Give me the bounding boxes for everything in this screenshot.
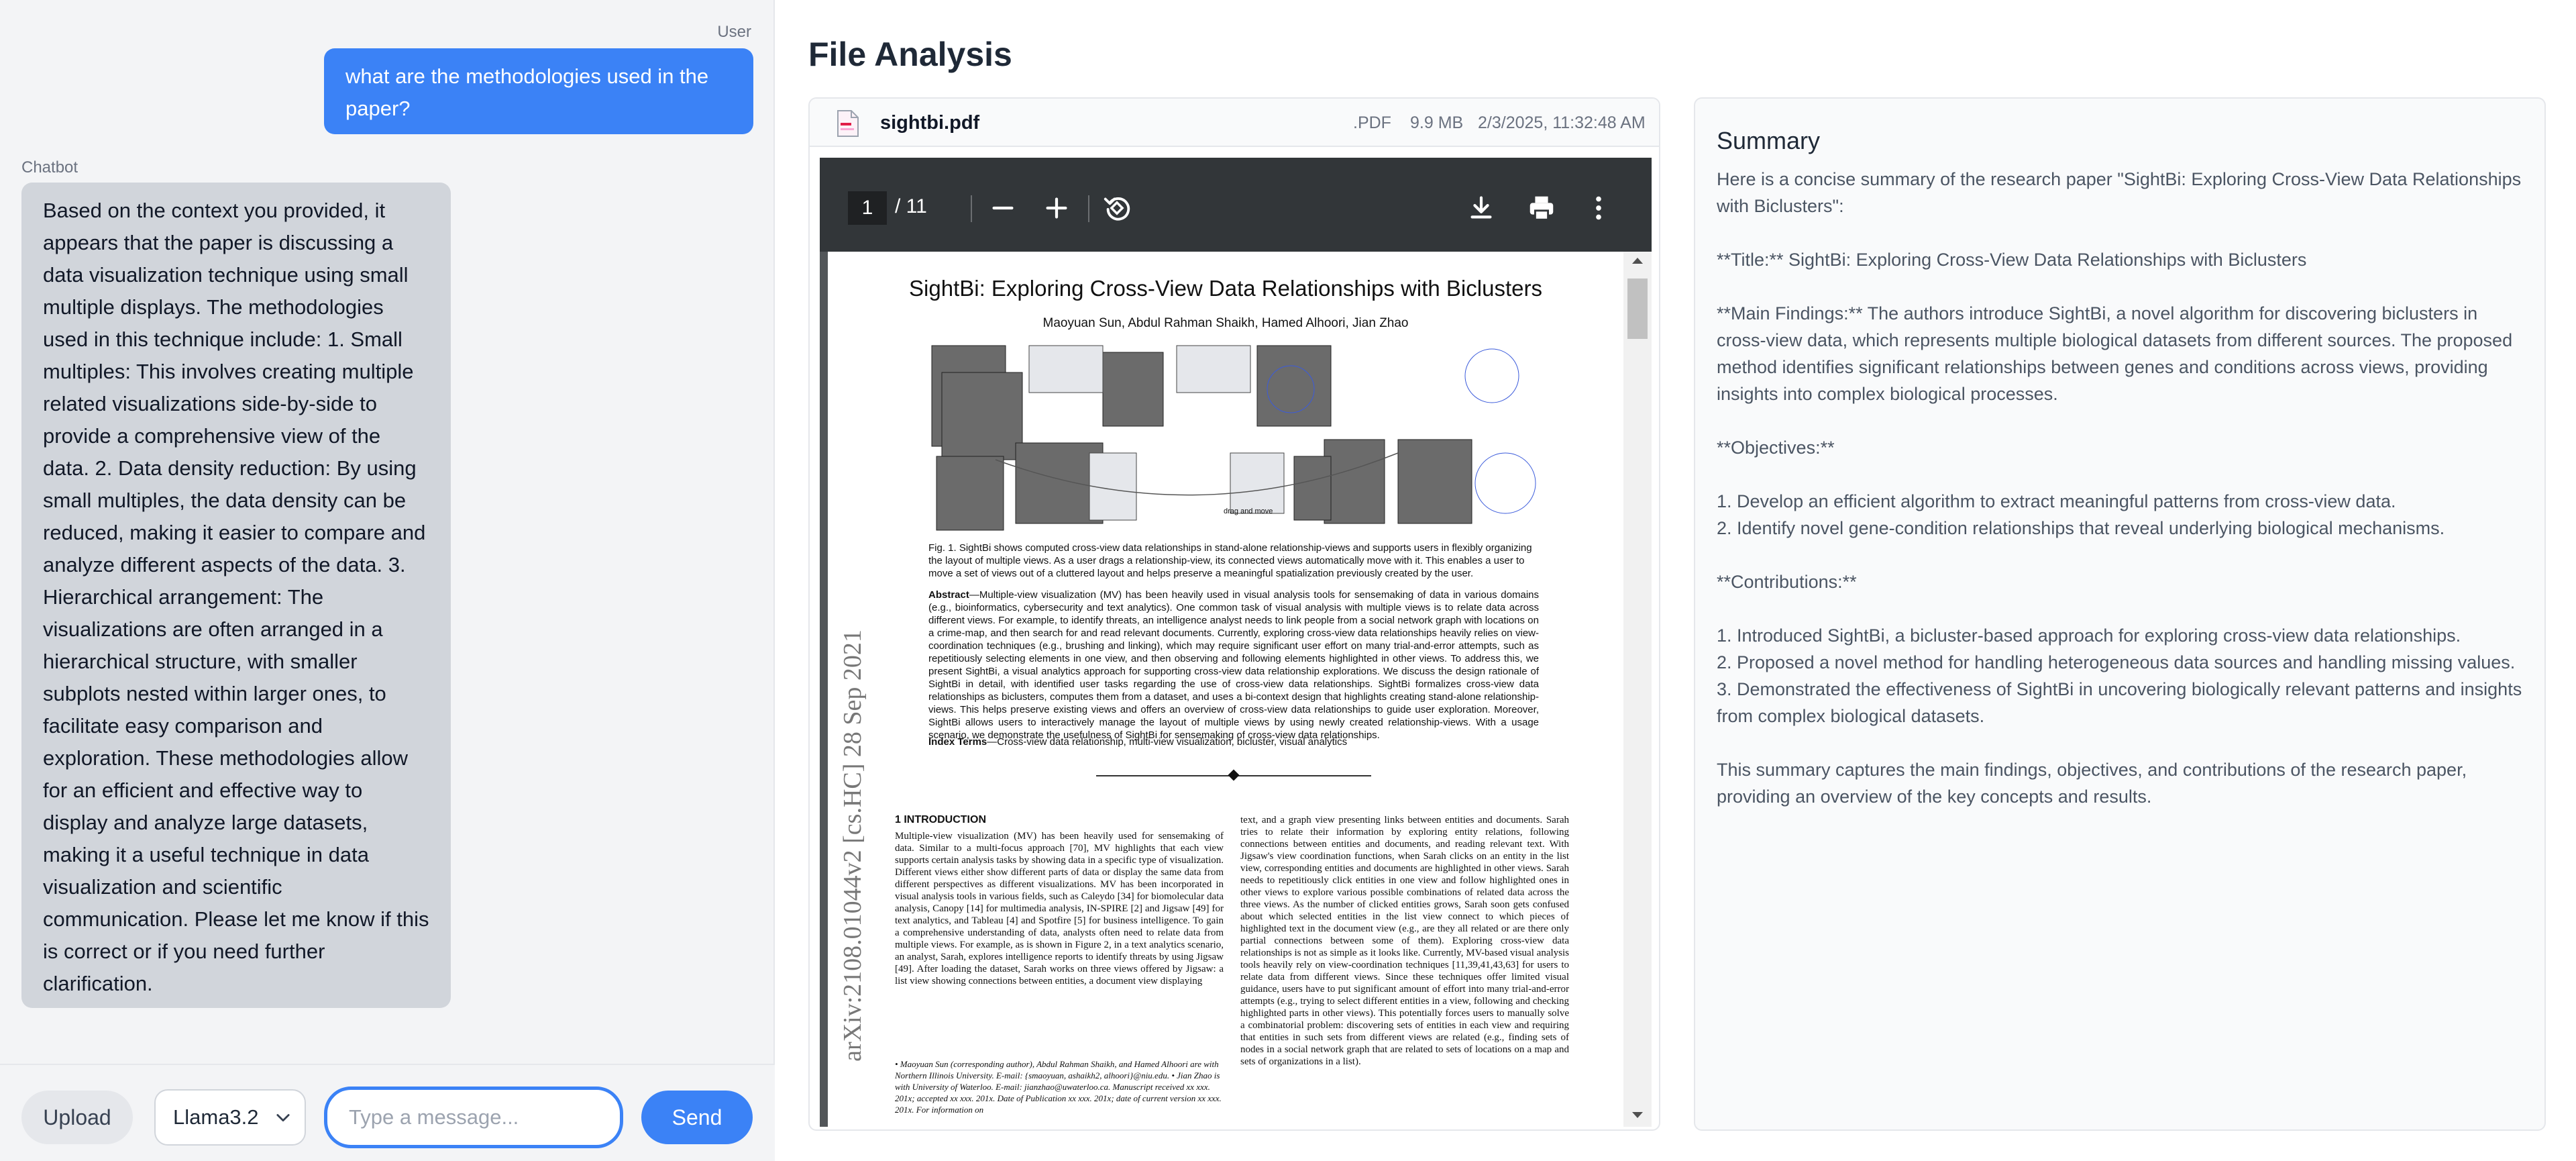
print-icon[interactable]	[1526, 193, 1557, 223]
download-icon[interactable]	[1466, 193, 1497, 223]
file-extension: .PDF	[1353, 113, 1391, 132]
paper-authors: Maoyuan Sun, Abdul Rahman Shaikh, Hamed …	[1042, 316, 1409, 330]
summary-line: **Objectives:**	[1717, 438, 1835, 458]
summary-line: 1. Develop an efficient algorithm to ext…	[1717, 491, 2396, 511]
upload-button[interactable]: Upload	[21, 1091, 133, 1144]
teaser-label: drag and move	[1224, 507, 1273, 515]
figure-caption: Fig. 1. SightBi shows computed cross-vie…	[928, 542, 1532, 579]
summary-line	[1717, 595, 2532, 622]
more-vertical-icon[interactable]	[1583, 193, 1614, 223]
chatbot-message-bubble: Based on the context you provided, it ap…	[21, 183, 451, 1008]
summary-line	[1717, 461, 2532, 488]
intro-column-right: text, and a graph view presenting links …	[1240, 815, 1569, 1067]
summary-line: This summary captures the main findings,…	[1717, 760, 2467, 807]
pdf-toolbar: 1 / 11	[820, 158, 1652, 252]
summary-line: **Contributions:**	[1717, 572, 1857, 592]
send-button[interactable]: Send	[641, 1091, 753, 1144]
divider-diamond	[1228, 769, 1240, 781]
pdf-page: SightBi: Exploring Cross-View Data Relat…	[828, 252, 1623, 1127]
intro-heading: 1 INTRODUCTION	[895, 814, 986, 825]
summary-line: 2. Proposed a novel method for handling …	[1717, 652, 2516, 672]
model-select[interactable]: Llama3.2	[154, 1089, 306, 1146]
file-name: sightbi.pdf	[880, 112, 980, 134]
rotate-icon[interactable]	[1102, 193, 1132, 223]
summary-line: 3. Demonstrated the effectiveness of Sig…	[1717, 679, 2522, 726]
summary-line: **Title:** SightBi: Exploring Cross-View…	[1717, 250, 2307, 270]
chevron-down-icon	[276, 1114, 290, 1122]
summary-line: 2. Identify novel gene-condition relatio…	[1717, 518, 2445, 538]
file-size: 9.9 MB	[1410, 113, 1464, 132]
summary-line	[1717, 729, 2532, 756]
plus-icon[interactable]	[1041, 193, 1072, 223]
abstract: Abstract—Multiple-view visualization (MV…	[928, 589, 1539, 742]
chat-history[interactable]: User what are the methodologies used in …	[0, 0, 775, 1064]
summary-line	[1717, 542, 2532, 568]
summary-card: Summary Here is a concise summary of the…	[1694, 97, 2546, 1131]
abstract-label: Abstract	[928, 589, 969, 601]
index-terms: Index Terms—Cross-view data relationship…	[928, 736, 1539, 748]
file-date: 2/3/2025, 11:32:48 AM	[1478, 113, 1646, 132]
chat-panel: User what are the methodologies used in …	[0, 0, 775, 1161]
paper-title: SightBi: Exploring Cross-View Data Relat…	[909, 276, 1542, 301]
summary-title: Summary	[1717, 127, 1821, 154]
toolbar-divider	[971, 195, 972, 222]
message-input[interactable]: Type a message...	[324, 1087, 623, 1148]
pdf-viewer-card: sightbi.pdf .PDF 9.9 MB 2/3/2025, 11:32:…	[808, 97, 1660, 1131]
summary-line: **Main Findings:** The authors introduce…	[1717, 303, 2513, 404]
pdf-viewer[interactable]: 1 / 11 SightBi: Exploring Cross-View Dat…	[820, 158, 1652, 1127]
summary-body: Here is a concise summary of the researc…	[1717, 166, 2532, 810]
summary-line	[1717, 273, 2532, 300]
summary-line: Here is a concise summary of the researc…	[1717, 169, 2522, 216]
chatbot-role-label: Chatbot	[21, 158, 78, 176]
user-message-bubble: what are the methodologies used in the p…	[324, 48, 753, 134]
abstract-text: —Multiple-view visualization (MV) has be…	[928, 589, 1539, 741]
pdf-file-icon	[837, 110, 859, 137]
chat-input-bar: Upload Llama3.2 Type a message... Send	[0, 1064, 775, 1161]
footnote: • Maoyuan Sun (corresponding author), Ab…	[895, 1059, 1222, 1115]
arxiv-stamp: arXiv:2108.01044v2 [cs.HC] 28 Sep 2021	[839, 629, 867, 1062]
index-terms-text: —Cross-view data relationship, multi-vie…	[987, 736, 1348, 748]
index-terms-label: Index Terms	[928, 736, 987, 748]
toolbar-divider	[1088, 195, 1089, 222]
minus-icon[interactable]	[987, 193, 1018, 223]
scroll-down-icon[interactable]	[1631, 1111, 1644, 1120]
scroll-up-icon[interactable]	[1631, 256, 1644, 265]
summary-line: 1. Introduced SightBi, a bicluster-based…	[1717, 625, 2461, 646]
user-role-label: User	[717, 23, 751, 41]
model-selected-value: Llama3.2	[173, 1105, 259, 1129]
file-analysis-title: File Analysis	[808, 36, 1012, 73]
pdf-scrollbar[interactable]	[1623, 252, 1652, 1127]
file-header: sightbi.pdf .PDF 9.9 MB 2/3/2025, 11:32:…	[810, 99, 1659, 147]
summary-line	[1717, 219, 2532, 246]
teaser-figure: drag and move	[928, 339, 1539, 534]
pdf-scrollbar-thumb[interactable]	[1627, 279, 1648, 339]
intro-column-left: Multiple-view visualization (MV) has bee…	[895, 831, 1224, 987]
page-total: / 11	[895, 195, 927, 217]
page-number-input[interactable]: 1	[848, 191, 887, 225]
summary-line	[1717, 407, 2532, 434]
